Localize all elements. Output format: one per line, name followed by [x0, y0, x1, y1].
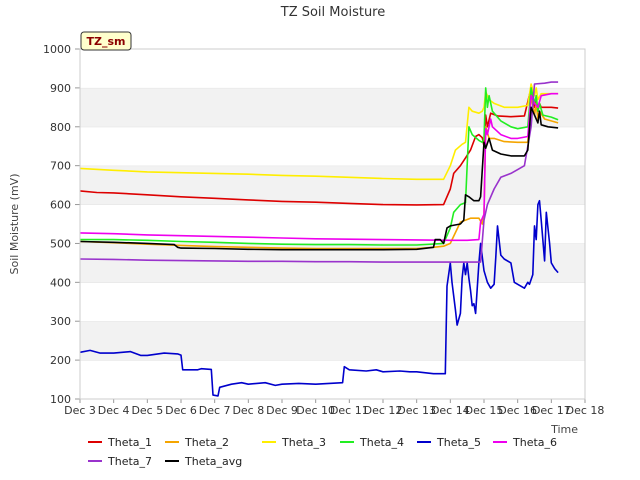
- chart-title: TZ Soil Moisture: [280, 5, 386, 20]
- x-tick-label: Dec 9: [266, 404, 298, 417]
- legend-label: Theta_4: [359, 436, 404, 449]
- legend-label: Theta_1: [107, 436, 152, 449]
- legend-label: Theta_5: [436, 436, 481, 449]
- y-tick-label: 500: [50, 237, 71, 250]
- y-tick-label: 800: [50, 121, 71, 134]
- x-tick-label: Dec 7: [199, 404, 231, 417]
- y-tick-label: 700: [50, 160, 71, 173]
- legend-label: Theta_7: [107, 455, 152, 468]
- soil-moisture-chart: TZ Soil Moisture 10020030040050060070080…: [8, 5, 604, 468]
- y-axis-ticks: 1002003004005006007008009001000: [43, 43, 80, 406]
- legend-label: Theta_6: [512, 436, 557, 449]
- grid-bands: [80, 48, 585, 399]
- y-tick-label: 900: [50, 82, 71, 95]
- grid-band: [80, 126, 585, 166]
- x-axis-ticks: Dec 3 Dec 4 Dec 5 Dec 6 Dec 7 Dec 8 Dec 9 Dec 1…: [64, 399, 604, 417]
- x-axis-title: Time: [550, 423, 578, 436]
- legend-label: Theta_2: [184, 436, 229, 449]
- annotation-box: TZ_sm: [80, 31, 132, 51]
- grid-band: [80, 282, 585, 322]
- legend-item-theta-6: Theta_6: [493, 436, 557, 449]
- x-tick-label: Dec 5: [131, 404, 163, 417]
- legend: Theta_1 Theta_2 Theta_3 Theta_4 Theta_5 Theta…: [88, 436, 557, 468]
- x-tick-label: Dec 3: [64, 404, 96, 417]
- x-tick-label: Dec 18: [566, 404, 605, 417]
- y-axis-title: Soil Moisture (mV): [8, 174, 21, 275]
- x-tick-label: Dec 8: [232, 404, 264, 417]
- grid-band: [80, 360, 585, 399]
- legend-item-theta-2: Theta_2: [165, 436, 229, 449]
- legend-item-theta-5: Theta_5: [417, 436, 481, 449]
- y-tick-label: 1000: [43, 43, 71, 56]
- legend-label: Theta_3: [281, 436, 326, 449]
- grid-band: [80, 204, 585, 244]
- grid-band: [80, 49, 585, 88]
- legend-item-theta-4: Theta_4: [340, 436, 404, 449]
- y-tick-label: 200: [50, 354, 71, 367]
- y-tick-label: 400: [50, 276, 71, 289]
- annotation-label: TZ_sm: [87, 35, 126, 48]
- legend-item-theta-7: Theta_7: [88, 455, 152, 468]
- x-tick-label: Dec 4: [98, 404, 130, 417]
- legend-item-theta-avg: Theta_avg: [165, 455, 242, 468]
- y-tick-label: 600: [50, 199, 71, 212]
- legend-label: Theta_avg: [184, 455, 242, 468]
- legend-item-theta-1: Theta_1: [88, 436, 152, 449]
- legend-item-theta-3: Theta_3: [262, 436, 326, 449]
- y-tick-label: 300: [50, 315, 71, 328]
- x-tick-label: Dec 6: [165, 404, 197, 417]
